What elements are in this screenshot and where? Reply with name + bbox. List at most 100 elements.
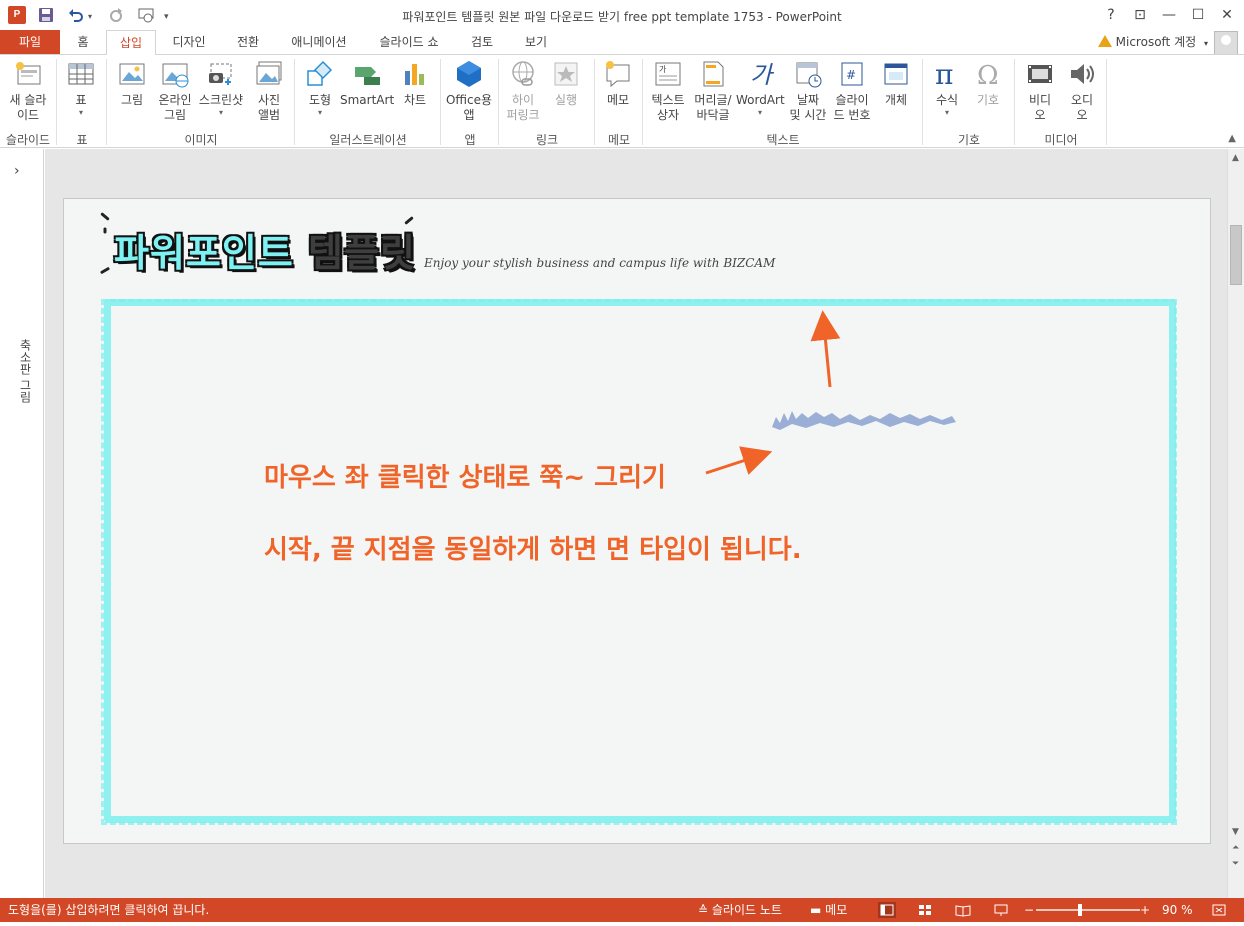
online-picture-icon xyxy=(162,63,189,88)
instruction-line-2[interactable]: 시작, 끝 지점을 동일하게 하면 면 타입이 됩니다. xyxy=(264,529,802,566)
zoom-slider-thumb[interactable] xyxy=(1078,904,1082,916)
online-picture-button[interactable]: 온라인 그림 xyxy=(154,59,196,123)
smartart-button[interactable]: SmartArt xyxy=(340,59,394,108)
maximize-button[interactable]: ☐ xyxy=(1187,4,1209,26)
close-button[interactable]: ✕ xyxy=(1216,4,1238,26)
slide-title[interactable]: 파워포인트 템플릿 xyxy=(114,222,416,277)
notes-icon: ≙ xyxy=(698,903,709,917)
reading-view-button[interactable] xyxy=(954,902,972,918)
ribbon-insert: 새 슬라 이드 표 ▾ 그림 온라인 그림 스크린샷 ▾ 사진 앨범 도형 ▾ … xyxy=(0,54,1244,148)
zoom-level[interactable]: 90 % xyxy=(1162,898,1193,922)
scrollbar-thumb[interactable] xyxy=(1230,225,1242,285)
tab-design[interactable]: 디자인 xyxy=(160,30,218,54)
video-button[interactable]: 비디 오 xyxy=(1020,59,1060,123)
status-message: 도형을(를) 삽입하려면 클릭하여 끕니다. xyxy=(8,903,210,917)
chart-button[interactable]: 차트 xyxy=(396,59,434,108)
help-button[interactable]: ? xyxy=(1100,4,1122,26)
omega-icon: Ω xyxy=(977,61,999,89)
scroll-up-icon[interactable]: ▲ xyxy=(1232,153,1239,163)
ribbon-display-options-button[interactable]: ⊡ xyxy=(1129,4,1151,26)
screenshot-icon xyxy=(209,63,232,85)
wordart-button[interactable]: 가 WordArt ▾ xyxy=(736,59,785,118)
comments-button[interactable]: ▬ 메모 xyxy=(810,898,847,922)
collapse-ribbon-icon[interactable]: ▲ xyxy=(1228,133,1236,144)
object-icon xyxy=(884,63,908,85)
photo-album-icon xyxy=(256,61,282,85)
slideshow-view-button[interactable] xyxy=(992,902,1010,918)
tab-animations[interactable]: 애니메이션 xyxy=(278,30,360,54)
group-label-tables: 표 xyxy=(76,133,88,147)
screenshot-button[interactable]: 스크린샷 ▾ xyxy=(196,59,246,118)
next-slide-icon[interactable]: ⏷ xyxy=(1232,859,1239,869)
table-button[interactable]: 표 ▾ xyxy=(62,59,100,118)
svg-text:Ω: Ω xyxy=(977,61,999,89)
slide-sorter-view-button[interactable] xyxy=(916,902,934,918)
audio-button[interactable]: 오디 오 xyxy=(1062,59,1102,123)
tab-review[interactable]: 검토 xyxy=(458,30,506,54)
header-footer-button[interactable]: 머리글/ 바닥글 xyxy=(690,59,736,123)
slide-title-highlight: 파워포인트 xyxy=(114,231,294,275)
slide-subtitle[interactable]: Enjoy your stylish business and campus l… xyxy=(424,256,775,270)
picture-icon xyxy=(119,63,145,85)
zoom-in-button[interactable]: + xyxy=(1140,898,1150,922)
vertical-scrollbar[interactable]: ▲ ▼ ⏶ ⏷ xyxy=(1227,149,1244,898)
group-label-slides: 슬라이드 xyxy=(5,133,51,147)
tab-slideshow[interactable]: 슬라이드 쇼 xyxy=(366,30,452,54)
avatar[interactable] xyxy=(1214,31,1238,55)
comment-icon xyxy=(606,61,630,88)
zoom-out-button[interactable]: − xyxy=(1024,898,1034,922)
scroll-down-icon[interactable]: ▼ xyxy=(1232,827,1239,837)
object-button[interactable]: 개체 xyxy=(876,59,916,108)
hyperlink-button[interactable]: 하이 퍼링크 xyxy=(502,59,544,123)
date-time-button[interactable]: 날짜 및 시간 xyxy=(786,59,830,123)
svg-text:가: 가 xyxy=(750,61,775,89)
textbox-button[interactable]: 가 텍스트 상자 xyxy=(646,59,690,123)
instruction-line-1[interactable]: 마우스 좌 클릭한 상태로 쭉~ 그리기 xyxy=(264,457,666,494)
shapes-icon xyxy=(307,60,333,86)
comments-icon: ▬ xyxy=(810,903,822,917)
smartart-icon xyxy=(355,67,380,85)
action-button[interactable]: 실행 xyxy=(546,59,586,108)
slide-canvas[interactable]: 파워포인트 템플릿 Enjoy your stylish business an… xyxy=(63,198,1211,844)
title-spark-decoration xyxy=(103,227,107,234)
tab-transitions[interactable]: 전환 xyxy=(222,30,274,54)
office-apps-button[interactable]: Office용 앱 xyxy=(444,59,494,123)
group-label-text: 텍스트 xyxy=(766,133,800,147)
photo-album-button[interactable]: 사진 앨범 xyxy=(248,59,290,123)
group-label-symbols: 기호 xyxy=(957,133,981,147)
zoom-slider[interactable] xyxy=(1036,909,1140,911)
title-spark-decoration xyxy=(99,266,111,275)
slide-number-button[interactable]: # 슬라이 드 번호 xyxy=(830,59,874,123)
group-label-images: 이미지 xyxy=(184,133,218,147)
textbox-icon: 가 xyxy=(655,62,681,86)
group-label-links: 링크 xyxy=(535,133,559,147)
title-bar: P ▾ ▾ 파워포인트 템플릿 원본 파일 다운로드 받기 free ppt t… xyxy=(0,0,1244,30)
account-caret-icon: ▾ xyxy=(1203,39,1208,48)
account-label: Microsoft 계정 xyxy=(1115,35,1197,49)
tab-file[interactable]: 파일 xyxy=(0,30,60,54)
comment-button[interactable]: 메모 xyxy=(598,59,638,108)
window-title: 파워포인트 템플릿 원본 파일 다운로드 받기 free ppt templat… xyxy=(402,10,842,24)
fit-to-window-button[interactable] xyxy=(1210,902,1228,918)
tab-view[interactable]: 보기 xyxy=(510,30,562,54)
pi-icon: π xyxy=(935,59,953,89)
new-slide-button[interactable]: 새 슬라 이드 xyxy=(4,59,52,123)
notes-button[interactable]: ≙ 슬라이드 노트 xyxy=(698,898,782,922)
symbol-button[interactable]: Ω 기호 xyxy=(968,59,1008,108)
minimize-button[interactable]: — xyxy=(1158,4,1180,26)
equation-button[interactable]: π 수식 ▾ xyxy=(928,59,966,118)
office-apps-icon xyxy=(457,61,481,87)
action-icon xyxy=(554,62,578,86)
shapes-button[interactable]: 도형 ▾ xyxy=(300,59,340,118)
tab-insert[interactable]: 삽입 xyxy=(106,30,156,55)
speaker-icon xyxy=(1071,64,1094,84)
normal-view-button[interactable] xyxy=(878,902,896,918)
expand-thumbnails-icon[interactable]: › xyxy=(14,163,20,179)
title-spark-decoration xyxy=(100,212,110,221)
film-icon xyxy=(1028,65,1052,83)
account-menu[interactable]: Microsoft 계정 ▾ xyxy=(1097,33,1208,51)
tab-home[interactable]: 홈 xyxy=(62,30,104,54)
previous-slide-icon[interactable]: ⏶ xyxy=(1232,843,1239,853)
picture-button[interactable]: 그림 xyxy=(112,59,152,108)
thumbnail-pane: › 축소판 그림 xyxy=(0,149,44,898)
